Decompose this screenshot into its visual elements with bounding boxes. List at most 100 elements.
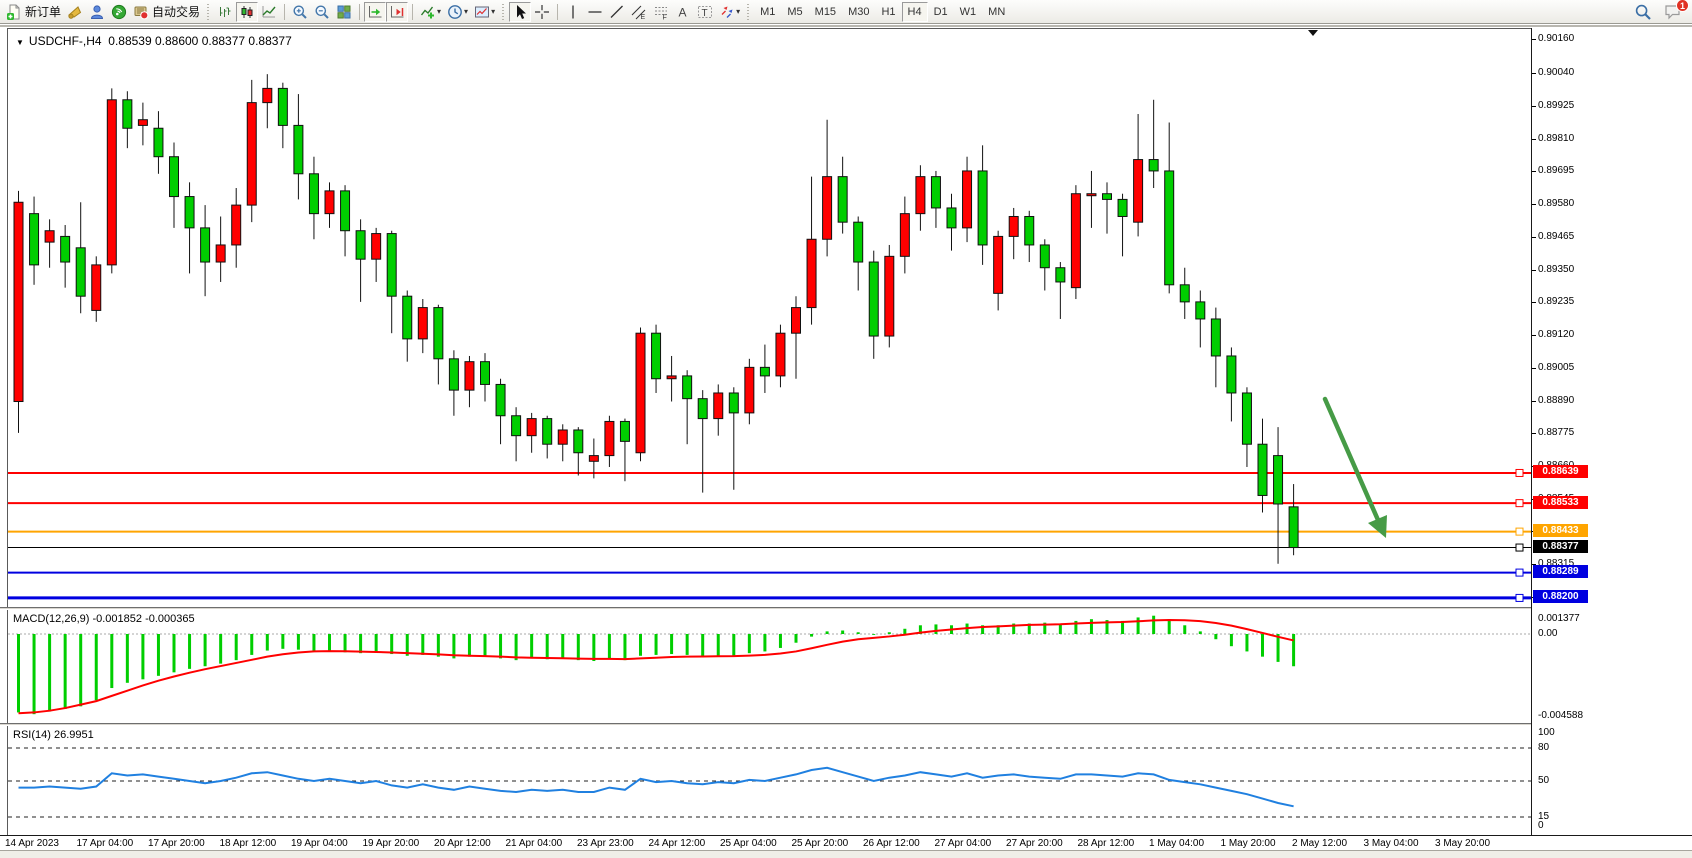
vertical-line-icon (565, 4, 581, 20)
signal-icon (111, 4, 127, 20)
chevron-down-icon: ▾ (464, 7, 468, 16)
tile-windows-button[interactable] (333, 2, 355, 22)
rsi-chart[interactable] (8, 726, 1531, 835)
arrows-tool-button[interactable]: ▾ (716, 2, 743, 22)
time-tick-label: 19 Apr 04:00 (291, 838, 348, 849)
rsi-label: RSI(14) 26.9951 (13, 729, 94, 741)
autotrading-icon (133, 4, 149, 20)
text-label-button[interactable]: T (694, 2, 716, 22)
time-tick-label: 20 Apr 12:00 (434, 838, 491, 849)
timeframe-button-m15[interactable]: M15 (809, 2, 842, 22)
time-tick-label: 17 Apr 04:00 (77, 838, 134, 849)
macd-panel[interactable]: MACD(12,26,9) -0.001852 -0.000365 (7, 610, 1531, 723)
rsi-axis-label: 50 (1538, 775, 1549, 786)
axis-tick-mark (1532, 237, 1536, 238)
equidistant-channel-button[interactable]: E (628, 2, 650, 22)
templates-button[interactable]: ▾ (471, 2, 498, 22)
symbol-dropdown-icon[interactable]: ▼ (16, 38, 24, 47)
timeframe-label: MN (988, 6, 1005, 18)
time-tick-label: 3 May 20:00 (1435, 838, 1490, 849)
axis-tick-mark (1532, 401, 1536, 402)
chart-title: ▼USDCHF-,H4 0.88539 0.88600 0.88377 0.88… (16, 34, 292, 48)
chart-shift-button[interactable] (386, 2, 408, 22)
new-order-button[interactable]: 新订单 (3, 2, 64, 22)
level-price-chip: 0.88289 (1533, 565, 1588, 578)
time-axis[interactable]: 14 Apr 202317 Apr 04:0017 Apr 20:0018 Ap… (0, 835, 1692, 849)
rsi-axis-label: 80 (1538, 742, 1549, 753)
template-icon (474, 4, 490, 20)
auto-scroll-button[interactable] (364, 2, 386, 22)
chart-quotes: 0.88539 0.88600 0.88377 0.88377 (108, 34, 292, 48)
toolbar-grip (746, 4, 751, 20)
axis-tick-mark (1532, 39, 1536, 40)
clock-icon (447, 4, 463, 20)
chart-shift-icon (389, 4, 405, 20)
text-label-icon: T (697, 4, 713, 20)
autotrading-button[interactable]: 自动交易 (130, 2, 203, 22)
trendline-icon (609, 4, 625, 20)
trendline-button[interactable] (606, 2, 628, 22)
market-depth-button[interactable] (86, 2, 108, 22)
timeframe-button-m1[interactable]: M1 (754, 2, 781, 22)
time-tick-label: 1 May 04:00 (1149, 838, 1204, 849)
zoom-in-button[interactable] (289, 2, 311, 22)
bar-chart-icon (217, 4, 233, 20)
indicators-button[interactable]: ▾ (417, 2, 444, 22)
macd-chart[interactable] (8, 610, 1531, 723)
timeframe-button-h1[interactable]: H1 (875, 2, 901, 22)
horizontal-line-icon (587, 4, 603, 20)
rsi-panel[interactable]: RSI(14) 26.9951 (7, 726, 1531, 835)
price-axis[interactable]: 0.901600.900400.899250.898100.896950.895… (1531, 28, 1692, 835)
main-chart-panel[interactable]: ▼USDCHF-,H4 0.88539 0.88600 0.88377 0.88… (7, 28, 1531, 607)
new-order-icon (6, 4, 22, 20)
candlestick-button[interactable] (236, 2, 258, 22)
auto-scroll-icon (367, 4, 383, 20)
candlestick-chart[interactable] (8, 29, 1531, 607)
search-button[interactable] (1631, 2, 1655, 22)
level-price-chip: 0.88433 (1533, 524, 1588, 537)
axis-tick-mark (1532, 270, 1536, 271)
periods-button[interactable]: ▾ (444, 2, 471, 22)
price-tick-label: 0.89120 (1538, 329, 1574, 340)
indicators-icon (420, 4, 436, 20)
timeframe-label: M15 (815, 6, 836, 18)
signals-button[interactable] (108, 2, 130, 22)
zoom-out-button[interactable] (311, 2, 333, 22)
fibonacci-button[interactable]: F (650, 2, 672, 22)
level-price-chip: 0.88200 (1533, 590, 1588, 603)
axis-tick-mark (1532, 73, 1536, 74)
axis-tick-mark (1532, 139, 1536, 140)
price-tick-label: 0.89350 (1538, 264, 1574, 275)
timeframe-button-m5[interactable]: M5 (781, 2, 808, 22)
time-tick-label: 21 Apr 04:00 (506, 838, 563, 849)
timeframe-label: M1 (760, 6, 775, 18)
horizontal-line-button[interactable] (584, 2, 606, 22)
level-price-chip: 0.88533 (1533, 496, 1588, 509)
bar-chart-button[interactable] (214, 2, 236, 22)
chevron-down-icon: ▾ (491, 7, 495, 16)
axis-tick-mark (1532, 433, 1536, 434)
chart-shift-marker[interactable] (1308, 30, 1318, 36)
time-tick-label: 2 May 12:00 (1292, 838, 1347, 849)
timeframe-button-h4[interactable]: H4 (902, 2, 928, 22)
horn-button[interactable] (64, 2, 86, 22)
cursor-button[interactable] (509, 2, 531, 22)
timeframe-button-m30[interactable]: M30 (842, 2, 875, 22)
time-tick-label: 14 Apr 2023 (5, 838, 59, 849)
crosshair-button[interactable] (531, 2, 553, 22)
timeframe-button-mn[interactable]: MN (982, 2, 1011, 22)
line-chart-button[interactable] (258, 2, 280, 22)
chart-workspace: ▼USDCHF-,H4 0.88539 0.88600 0.88377 0.88… (0, 25, 1692, 848)
text-button[interactable]: A (672, 2, 694, 22)
time-tick-label: 17 Apr 20:00 (148, 838, 205, 849)
timeframe-button-w1[interactable]: W1 (954, 2, 983, 22)
price-tick-label: 0.90160 (1538, 33, 1574, 44)
chat-badge: 1 (1676, 0, 1689, 12)
axis-tick-mark (1532, 302, 1536, 303)
vertical-line-button[interactable] (562, 2, 584, 22)
toolbar-separator (284, 4, 285, 20)
axis-tick-mark (1532, 171, 1536, 172)
timeframe-button-d1[interactable]: D1 (928, 2, 954, 22)
time-tick-label: 25 Apr 20:00 (792, 838, 849, 849)
chat-button[interactable]: 1 (1661, 2, 1686, 22)
